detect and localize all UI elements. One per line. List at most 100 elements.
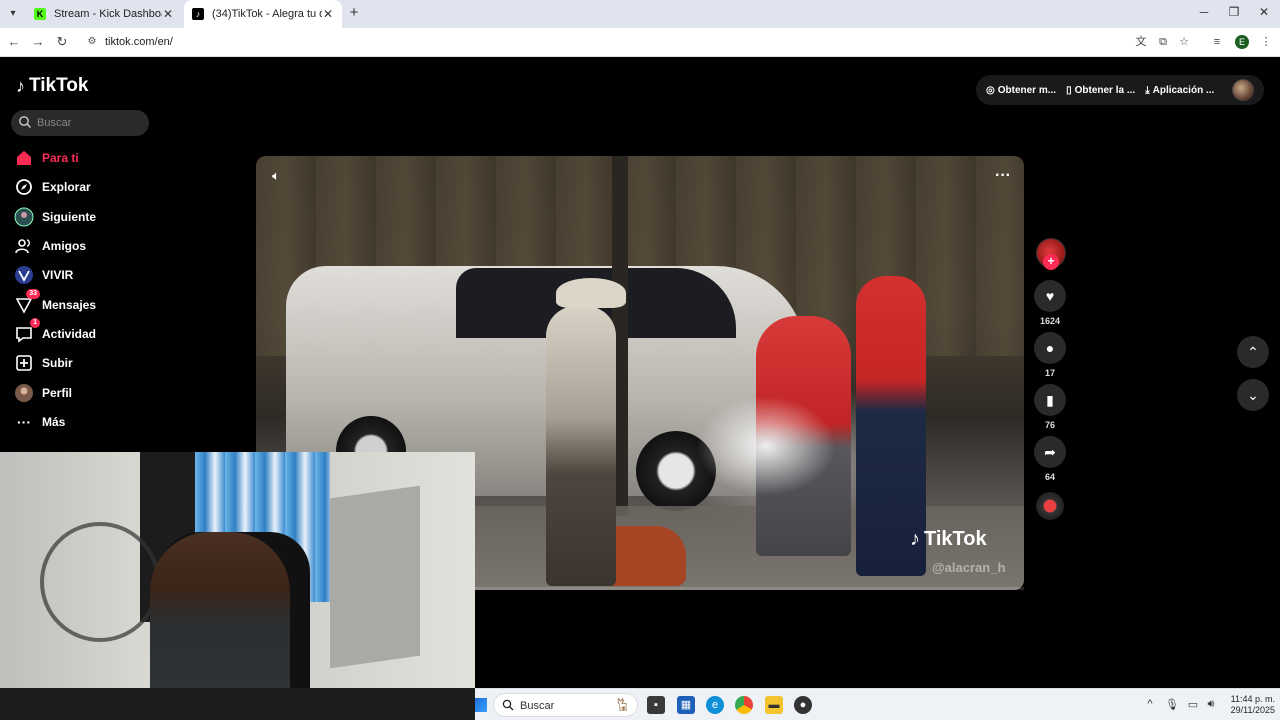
browser-profile-avatar[interactable]: E: [1235, 35, 1249, 49]
desktop-app-button[interactable]: ⤓ Aplicación ...: [1145, 85, 1214, 96]
sidebar-item-label: Perfil: [42, 386, 73, 400]
user-avatar[interactable]: [1232, 79, 1254, 101]
music-disc-icon[interactable]: [1036, 492, 1064, 520]
sidebar-item-subir[interactable]: Subir: [14, 352, 73, 374]
search-input[interactable]: Buscar: [11, 110, 149, 136]
reload-icon[interactable]: ↻: [54, 34, 70, 50]
sidebar-item-explorar[interactable]: Explorar: [14, 176, 91, 198]
coin-icon: ◎: [986, 84, 995, 96]
chrome-icon[interactable]: [735, 696, 753, 714]
taskbar-search[interactable]: Buscar 🦌︎: [493, 693, 638, 717]
url-field[interactable]: tiktok.com/en/: [105, 36, 173, 48]
tiktok-logo[interactable]: ♪ TikTok: [16, 75, 88, 97]
button-label: Obtener la ...: [1074, 84, 1136, 96]
sidebar-item-actividad[interactable]: 1 Actividad: [14, 318, 97, 345]
profile-icon: [14, 383, 34, 403]
home-icon: [14, 148, 34, 168]
windows-start-icon[interactable]: [475, 698, 487, 712]
restore-icon[interactable]: ❐: [1226, 5, 1242, 19]
speaker-icon[interactable]: 🔊︎: [1204, 698, 1218, 711]
task-view-icon[interactable]: ▪: [647, 696, 665, 714]
reading-list-icon[interactable]: ≡: [1210, 35, 1224, 49]
sidebar-item-amigos[interactable]: Amigos: [14, 235, 86, 257]
messages-icon: 33: [14, 289, 40, 315]
sidebar-item-siguiente[interactable]: Siguiente: [14, 206, 96, 228]
button-label: Aplicación ...: [1152, 84, 1215, 96]
clock-date: 29/11/2025: [1230, 705, 1275, 715]
tab-kick-dashboard[interactable]: K Stream - Kick Dashboard ✕: [26, 0, 182, 28]
taskbar-clock[interactable]: 11:44 p. m. 29/11/2025: [1223, 694, 1275, 716]
comment-icon: ●: [1045, 340, 1055, 356]
tab-title: (34)TikTok - Alegra tu día: [212, 8, 322, 20]
tab-tiktok[interactable]: ♪ (34)TikTok - Alegra tu día ✕: [184, 0, 342, 28]
chevron-up-icon: ⌃: [1247, 344, 1259, 360]
store-icon[interactable]: ▦: [677, 696, 695, 714]
tray-chevron-up-icon[interactable]: ^: [1143, 698, 1157, 710]
download-icon: ⤓: [1145, 84, 1150, 96]
sidebar-item-para-ti[interactable]: Para ti: [14, 147, 79, 169]
obs-icon[interactable]: ●: [794, 696, 812, 714]
sidebar-item-label: Mensajes: [42, 298, 97, 312]
forward-icon[interactable]: →: [30, 34, 46, 50]
sidebar-item-label: Amigos: [42, 239, 87, 253]
tiktok-favicon-icon: ♪: [192, 8, 204, 20]
save-count: 76: [1044, 420, 1055, 430]
volume-icon[interactable]: 🔈︎: [268, 168, 284, 184]
minimize-icon[interactable]: ─: [1196, 5, 1212, 19]
comment-button[interactable]: ●: [1034, 332, 1066, 364]
more-dots-icon: ···: [17, 414, 31, 430]
sidebar-item-perfil[interactable]: Perfil: [14, 382, 72, 404]
logo-text: TikTok: [29, 75, 89, 96]
following-avatar-icon: [14, 207, 34, 227]
sidebar-item-mas[interactable]: ··· Más: [14, 411, 65, 433]
network-icon[interactable]: ▭: [1186, 698, 1200, 711]
tiktok-note-icon: ♪: [910, 528, 920, 550]
translate-icon[interactable]: 文: [1134, 35, 1148, 49]
window-close-icon[interactable]: ✕: [1256, 5, 1272, 19]
heart-icon: ♥: [1045, 288, 1055, 304]
sidebar-item-label: Siguiente: [42, 210, 97, 224]
get-coins-button[interactable]: ◎ Obtener m...: [986, 85, 1056, 96]
sidebar-item-label: Más: [42, 415, 66, 429]
video-scene-headlight: [696, 396, 836, 496]
share-icon: ➦: [1044, 444, 1056, 460]
activity-badge: 1: [30, 318, 40, 328]
phone-icon: ▯: [1066, 84, 1072, 96]
close-icon[interactable]: ✕: [322, 7, 334, 21]
messages-badge: 33: [26, 289, 40, 299]
webcam-scene-desk: [0, 688, 475, 720]
search-icon: [502, 699, 514, 711]
microphone-icon[interactable]: 🎙︎: [1165, 698, 1179, 711]
sidebar-item-mensajes[interactable]: 33 Mensajes: [14, 289, 97, 316]
save-button[interactable]: ▮: [1034, 384, 1066, 416]
deer-icon: 🦌︎: [614, 697, 631, 712]
site-info-icon[interactable]: ⚙: [86, 36, 98, 48]
friends-icon: [14, 236, 34, 256]
video-scene-person: [546, 306, 616, 586]
video-more-icon[interactable]: ···: [994, 168, 1012, 184]
previous-video-button[interactable]: ⌃: [1237, 336, 1269, 368]
top-actions-bar: ◎ Obtener m... ▯ Obtener la ... ⤓ Aplicació…: [976, 75, 1264, 105]
follow-plus-icon[interactable]: +: [1043, 254, 1059, 270]
browser-menu-icon[interactable]: ⋮: [1259, 35, 1273, 49]
close-icon[interactable]: ✕: [162, 7, 174, 21]
tab-search-icon[interactable]: ▾: [5, 6, 21, 22]
comment-count: 17: [1044, 368, 1055, 378]
install-app-icon[interactable]: ⧉: [1156, 35, 1170, 49]
share-button[interactable]: ➦: [1034, 436, 1066, 468]
file-explorer-icon[interactable]: ▬: [765, 696, 783, 714]
address-bar: ← → ↻ ⚙ tiktok.com/en/ 文 ⧉ ☆ ≡ E ⋮: [0, 28, 1280, 57]
sidebar-item-label: Actividad: [42, 327, 97, 341]
next-video-button[interactable]: ⌄: [1237, 379, 1269, 411]
back-icon[interactable]: ←: [6, 34, 22, 50]
get-app-button[interactable]: ▯ Obtener la ...: [1066, 85, 1135, 96]
sidebar-item-label: Para ti: [42, 151, 79, 165]
video-scene-hat: [556, 278, 626, 308]
like-button[interactable]: ♥: [1034, 280, 1066, 312]
edge-icon[interactable]: e: [706, 696, 724, 714]
search-icon: [19, 116, 31, 128]
tiktok-note-icon: ♪: [16, 75, 25, 96]
sidebar-item-vivir[interactable]: VIVIR: [14, 264, 73, 286]
bookmark-star-icon[interactable]: ☆: [1177, 35, 1191, 49]
new-tab-icon[interactable]: +: [346, 5, 362, 21]
